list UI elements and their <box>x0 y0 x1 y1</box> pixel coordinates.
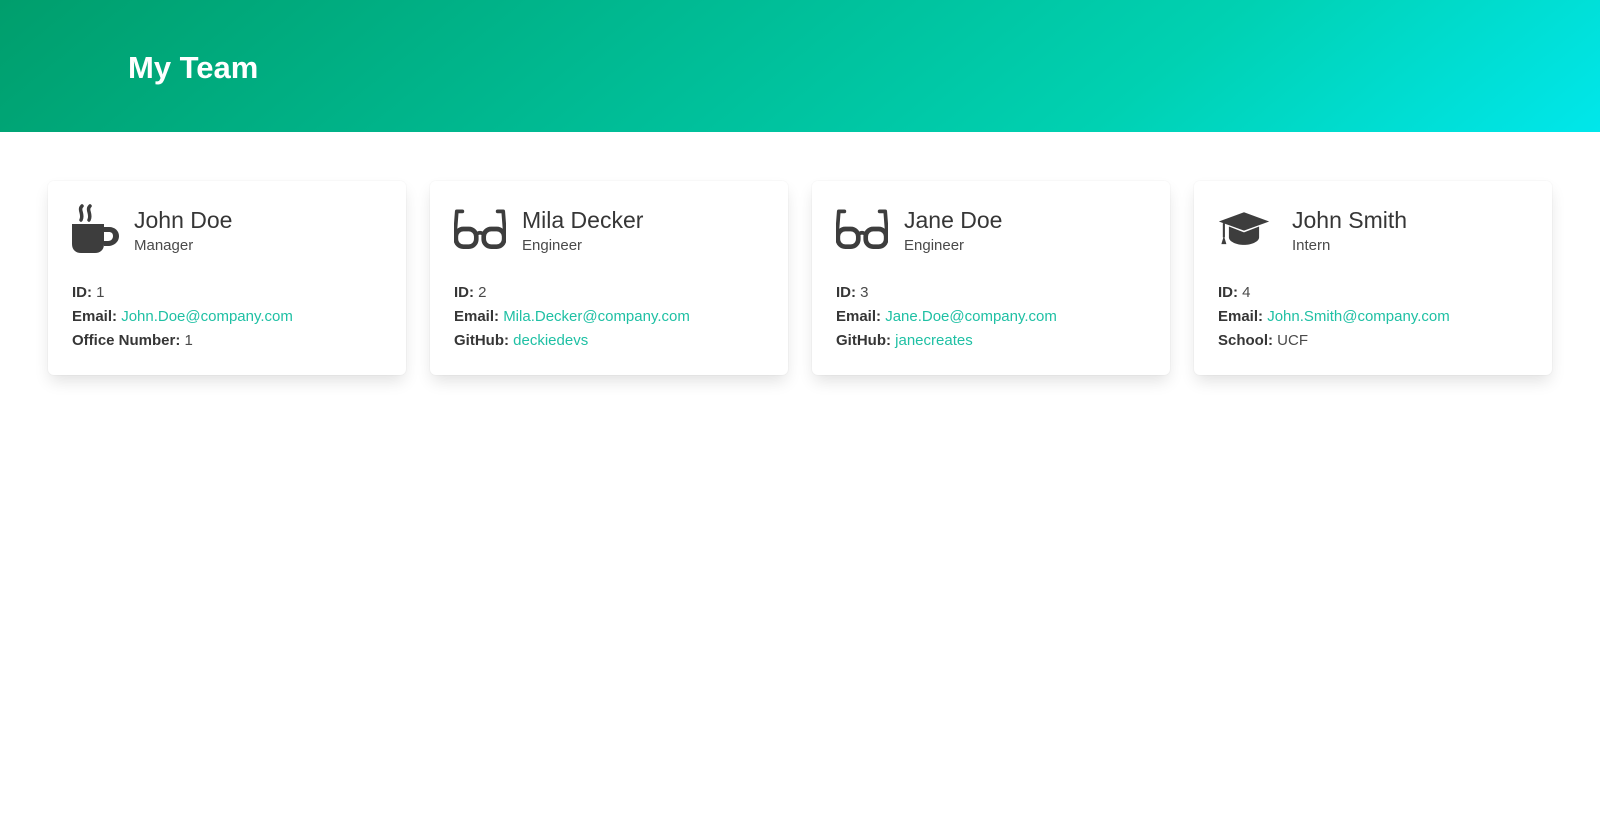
id-label: ID: <box>72 284 92 301</box>
employee-role: Engineer <box>904 237 965 254</box>
id-value: 2 <box>478 284 487 301</box>
office-number-value: 1 <box>184 332 193 349</box>
employee-details: ID: 3 Email: Jane.Doe@company.com GitHub… <box>836 281 1057 353</box>
email-label: Email: <box>72 308 118 325</box>
page-title: My Team <box>128 50 259 85</box>
email-row: Email: John.Doe@company.com <box>72 305 293 329</box>
team-cards: John Doe Manager ID: 1 Email: John.Doe@c… <box>48 181 1552 375</box>
email-row: Email: Jane.Doe@company.com <box>836 305 1057 329</box>
employee-name: John Smith <box>1292 207 1408 233</box>
school-label: School: <box>1218 332 1273 349</box>
employee-details: ID: 1 Email: John.Doe@company.com Office… <box>72 281 293 353</box>
employee-card-manager: John Doe Manager ID: 1 Email: John.Doe@c… <box>48 181 406 375</box>
employee-name: Jane Doe <box>904 207 1003 233</box>
glasses-icon <box>836 203 888 255</box>
employee-details: ID: 4 Email: John.Smith@company.com Scho… <box>1218 281 1450 353</box>
employee-name: Mila Decker <box>522 207 644 233</box>
github-label: GitHub: <box>836 332 891 349</box>
email-row: Email: John.Smith@company.com <box>1218 305 1450 329</box>
employee-role: Intern <box>1292 237 1331 254</box>
id-value: 3 <box>860 284 869 301</box>
email-label: Email: <box>1218 308 1264 325</box>
email-link[interactable]: Mila.Decker@company.com <box>503 308 690 325</box>
school-row: School: UCF <box>1218 329 1450 353</box>
id-value: 4 <box>1242 284 1251 301</box>
id-row: ID: 3 <box>836 281 1057 305</box>
office-number-row: Office Number: 1 <box>72 329 293 353</box>
employee-role: Manager <box>134 237 194 254</box>
page-header: My Team <box>0 0 1600 132</box>
employee-role: Engineer <box>522 237 583 254</box>
email-row: Email: Mila.Decker@company.com <box>454 305 690 329</box>
github-link[interactable]: janecreates <box>895 332 973 349</box>
email-label: Email: <box>454 308 500 325</box>
employee-card-engineer: Jane Doe Engineer ID: 3 Email: Jane.Doe@… <box>812 181 1170 375</box>
office-number-label: Office Number: <box>72 332 181 349</box>
email-link[interactable]: Jane.Doe@company.com <box>885 308 1057 325</box>
employee-name: John Doe <box>134 207 233 233</box>
github-link[interactable]: deckiedevs <box>513 332 588 349</box>
employee-card-intern: John Smith Intern ID: 4 Email: John.Smit… <box>1194 181 1552 375</box>
id-row: ID: 4 <box>1218 281 1450 305</box>
id-label: ID: <box>454 284 474 301</box>
employee-details: ID: 2 Email: Mila.Decker@company.com Git… <box>454 281 690 353</box>
id-row: ID: 2 <box>454 281 690 305</box>
graduation-cap-icon <box>1218 203 1270 255</box>
id-row: ID: 1 <box>72 281 293 305</box>
github-label: GitHub: <box>454 332 509 349</box>
github-row: GitHub: janecreates <box>836 329 1057 353</box>
github-row: GitHub: deckiedevs <box>454 329 690 353</box>
coffee-mug-icon <box>72 203 124 255</box>
id-label: ID: <box>836 284 856 301</box>
id-value: 1 <box>96 284 105 301</box>
school-value: UCF <box>1277 332 1308 349</box>
email-label: Email: <box>836 308 882 325</box>
id-label: ID: <box>1218 284 1238 301</box>
employee-card-engineer: Mila Decker Engineer ID: 2 Email: Mila.D… <box>430 181 788 375</box>
glasses-icon <box>454 203 506 255</box>
email-link[interactable]: John.Smith@company.com <box>1267 308 1450 325</box>
email-link[interactable]: John.Doe@company.com <box>121 308 293 325</box>
